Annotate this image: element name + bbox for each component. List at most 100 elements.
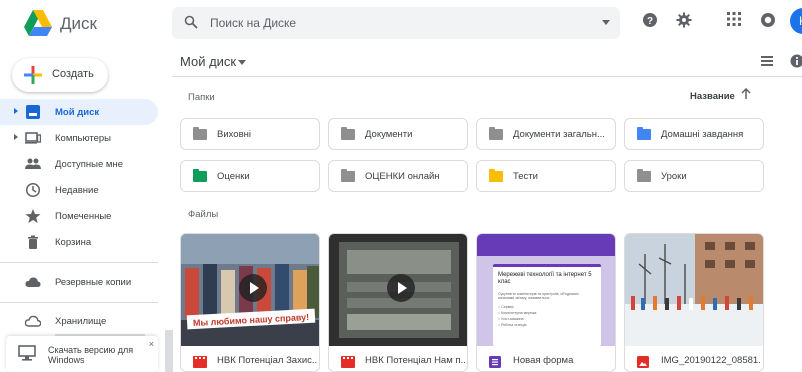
sidebar-item-storage[interactable]: Хранилище <box>0 308 158 334</box>
folder-icon <box>193 169 207 182</box>
drive-logo-icon[interactable] <box>24 10 52 36</box>
sidebar-item-trash[interactable]: Корзина <box>0 229 158 255</box>
create-button-label: Создать <box>52 68 94 80</box>
folder-icon <box>637 169 651 182</box>
folder-card[interactable]: Уроки <box>624 160 764 192</box>
folder-card[interactable]: Домашні завдання <box>624 118 764 150</box>
file-card[interactable]: НВК Потенціал Нам п... <box>328 233 468 372</box>
search-options-icon[interactable] <box>602 20 610 25</box>
folder-card[interactable]: Документи загальн... <box>476 118 616 150</box>
folder-icon <box>341 169 355 182</box>
sidebar-item-shared[interactable]: Доступные мне <box>0 151 158 177</box>
folder-card[interactable]: ОЦЕНКИ онлайн <box>328 160 468 192</box>
sidebar-item-label: Корзина <box>55 237 92 248</box>
cloud-icon <box>25 277 41 287</box>
sidebar-divider <box>0 262 158 263</box>
drive-icon <box>26 105 40 119</box>
form-question: Сукупність комп'ютерів та пристроїв, об'… <box>498 292 579 301</box>
sort-label[interactable]: Название <box>690 91 735 102</box>
close-icon[interactable]: × <box>149 339 154 349</box>
search-icon[interactable] <box>184 15 198 29</box>
settings-gear-icon[interactable] <box>676 12 692 28</box>
sidebar-divider <box>0 302 158 303</box>
create-button[interactable]: Создать <box>12 58 108 92</box>
computer-icon <box>25 132 41 144</box>
file-card[interactable]: Мережеві технології та інтернет 5 клас С… <box>476 233 616 372</box>
sidebar-item-label: Резервные копии <box>55 277 132 288</box>
file-card[interactable]: IMG_20190122_08581... <box>624 233 764 372</box>
clock-icon <box>25 182 41 198</box>
top-bar: Диск ? K <box>0 0 802 48</box>
help-icon[interactable]: ? <box>642 12 658 28</box>
sidebar-item-label: Недавние <box>55 185 99 196</box>
folder-icon <box>341 127 355 140</box>
form-title: Мережеві технології та інтернет 5 клас <box>498 272 592 285</box>
form-file-icon <box>489 356 501 368</box>
video-file-icon <box>341 356 355 368</box>
file-name: НВК Потенціал Захис... <box>217 355 317 366</box>
file-name: IMG_20190122_08581... <box>661 355 761 366</box>
folder-name: Документи загальн... <box>513 129 605 140</box>
folder-name: Виховні <box>217 129 251 140</box>
arrow-up-icon[interactable] <box>740 88 752 100</box>
folder-card[interactable]: Виховні <box>180 118 320 150</box>
star-icon <box>25 209 41 223</box>
sidebar-item-label: Компьютеры <box>55 133 111 144</box>
image-file-icon <box>637 356 649 368</box>
video-file-icon <box>193 356 207 368</box>
trash-icon <box>28 235 38 249</box>
svg-text:?: ? <box>647 16 653 27</box>
sidebar-nav: Мой диск Компьютеры Доступные мне Недавн… <box>0 99 158 255</box>
file-card[interactable]: Мы любимо нашу справу! НВК Потенціал Зах… <box>180 233 320 372</box>
folder-name: ОЦЕНКИ онлайн <box>365 171 440 182</box>
info-icon[interactable] <box>790 54 802 68</box>
download-promo[interactable]: Скачать версию для Windows × <box>6 336 158 372</box>
chevron-down-icon[interactable] <box>238 60 246 65</box>
sidebar-item-backups[interactable]: Резервные копии <box>0 269 158 295</box>
folders-heading: Папки <box>188 92 215 103</box>
sidebar-item-label: Помеченные <box>55 211 112 222</box>
sidebar-item-label: Хранилище <box>55 316 107 327</box>
form-option: ○ Робоча станція <box>498 322 527 327</box>
sidebar-item-label: Доступные мне <box>55 159 123 170</box>
folder-name: Домашні завдання <box>661 129 744 140</box>
play-icon[interactable] <box>387 274 415 302</box>
main-divider <box>172 76 802 77</box>
play-icon[interactable] <box>239 274 267 302</box>
sidebar-item-recent[interactable]: Недавние <box>0 177 158 203</box>
apps-grid-icon[interactable] <box>727 12 741 26</box>
breadcrumb[interactable]: Мой диск <box>180 54 236 69</box>
plus-icon <box>24 66 42 84</box>
app-name[interactable]: Диск <box>60 14 97 34</box>
expand-arrow-icon[interactable] <box>14 134 18 140</box>
sidebar-item-my-drive[interactable]: Мой диск <box>0 99 158 125</box>
folder-name: Оценки <box>217 171 250 182</box>
list-view-icon[interactable] <box>761 56 773 66</box>
desktop-icon <box>18 345 36 361</box>
notifications-icon[interactable] <box>760 12 776 28</box>
file-name: НВК Потенціал Нам п... <box>365 355 465 366</box>
sidebar-item-label: Мой диск <box>55 107 100 118</box>
sidebar-item-starred[interactable]: Помеченные <box>0 203 158 229</box>
folder-name: Документи <box>365 129 413 140</box>
image-thumbnail <box>625 234 763 346</box>
folder-card[interactable]: Тести <box>476 160 616 192</box>
folder-icon <box>489 127 503 140</box>
folder-icon <box>489 169 503 182</box>
sidebar-item-computers[interactable]: Компьютеры <box>0 125 158 151</box>
expand-arrow-icon[interactable] <box>14 108 18 114</box>
scrollbar[interactable] <box>165 330 173 372</box>
form-thumbnail: Мережеві технології та інтернет 5 клас С… <box>477 234 615 346</box>
folder-name: Тести <box>513 171 538 182</box>
folder-card[interactable]: Оценки <box>180 160 320 192</box>
cloud-outline-icon <box>25 315 41 327</box>
download-label[interactable]: Скачать версию для Windows <box>48 345 140 365</box>
avatar[interactable]: K <box>790 8 802 34</box>
folder-card[interactable]: Документи <box>328 118 468 150</box>
people-icon <box>25 158 41 169</box>
search-input[interactable] <box>210 7 590 39</box>
folder-icon <box>193 127 207 140</box>
files-heading: Файлы <box>188 209 219 220</box>
folder-name: Уроки <box>661 171 687 182</box>
search-box[interactable] <box>172 7 620 39</box>
